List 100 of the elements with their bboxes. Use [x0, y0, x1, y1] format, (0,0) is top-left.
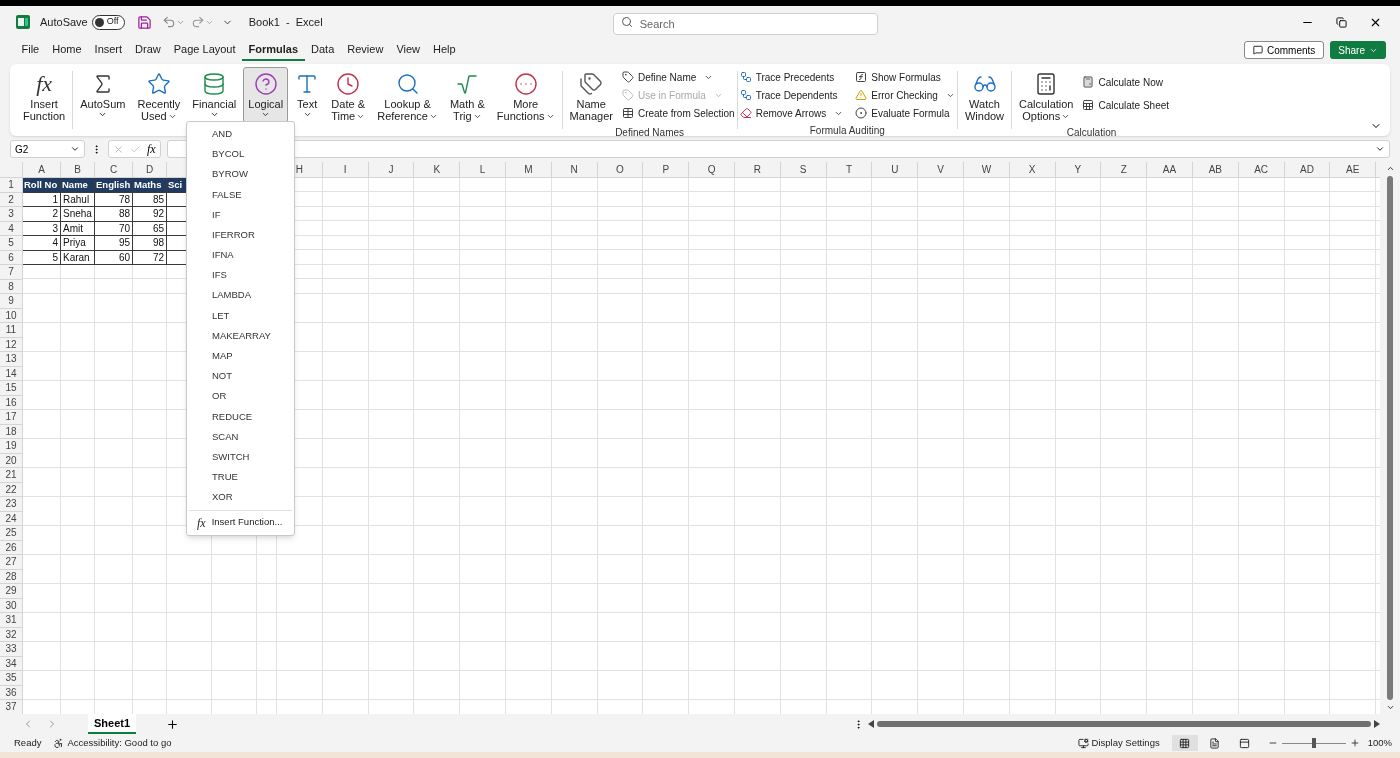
menu-tab[interactable]: Formulas: [242, 39, 305, 61]
add-sheet-icon[interactable]: [166, 717, 180, 731]
accessibility-icon[interactable]: [53, 737, 65, 749]
column-header[interactable]: O: [597, 162, 644, 177]
menu-tab[interactable]: Home: [45, 39, 89, 61]
column-header[interactable]: AA: [1147, 162, 1193, 177]
accessibility-status[interactable]: Accessibility: Good to go: [67, 735, 172, 751]
ribbon-button[interactable]: Create from Selection: [621, 104, 735, 122]
column-header[interactable]: J: [368, 162, 415, 177]
column-header[interactable]: K: [414, 162, 461, 177]
menu-item[interactable]: IFERROR: [187, 224, 294, 246]
column-header[interactable]: B: [61, 162, 95, 177]
function-category-button[interactable]: Text: [290, 67, 325, 123]
function-category-button[interactable]: Date & Time: [326, 67, 371, 123]
column-header[interactable]: AC: [1238, 162, 1285, 177]
menu-tab[interactable]: View: [389, 39, 427, 61]
zoom-slider[interactable]: [1281, 738, 1346, 748]
sheet-tab[interactable]: Sheet1: [88, 714, 137, 734]
row-header[interactable]: 5: [0, 236, 23, 251]
row-header[interactable]: 35: [0, 671, 23, 686]
column-header[interactable]: Q: [689, 162, 735, 177]
menu-item[interactable]: AND: [187, 124, 294, 145]
menu-item[interactable]: LET: [187, 305, 294, 326]
scroll-up-icon[interactable]: [1385, 164, 1395, 173]
menu-item[interactable]: NOT: [187, 366, 294, 387]
function-category-button[interactable]: More Functions: [491, 67, 560, 123]
menu-tab[interactable]: File: [15, 39, 46, 61]
column-header[interactable]: X: [1009, 162, 1056, 177]
ribbon-button[interactable]: Evaluate Formula: [855, 104, 955, 122]
calculation-options-button[interactable]: Calculation Options: [1014, 67, 1079, 123]
row-header[interactable]: 23: [0, 497, 23, 512]
function-category-button[interactable]: Recently Used: [132, 67, 186, 123]
row-header[interactable]: 7: [0, 265, 23, 280]
zoom-level[interactable]: 100%: [1367, 735, 1392, 751]
view-button[interactable]: [1171, 735, 1198, 751]
column-header[interactable]: Z: [1101, 162, 1148, 177]
function-category-button[interactable]: Math & Trig: [444, 67, 490, 123]
insert-function-icon[interactable]: fx: [147, 140, 156, 158]
row-header[interactable]: 25: [0, 526, 23, 541]
column-header[interactable]: R: [734, 162, 781, 177]
column-header[interactable]: C: [95, 162, 133, 177]
search-field[interactable]: Search: [612, 13, 878, 35]
column-header[interactable]: P: [643, 162, 690, 177]
menu-item[interactable]: IF: [187, 204, 294, 225]
row-header[interactable]: 21: [0, 468, 23, 483]
menu-tab[interactable]: Data: [304, 39, 341, 61]
column-header[interactable]: N: [551, 162, 598, 177]
ribbon-button[interactable]: Trace Precedents: [739, 68, 844, 86]
ribbon-button[interactable]: Trace Dependents: [739, 86, 844, 104]
row-header[interactable]: 31: [0, 613, 23, 628]
ribbon-button[interactable]: Calculate Now: [1082, 73, 1170, 91]
menu-tab[interactable]: Page Layout: [167, 39, 243, 61]
column-header[interactable]: U: [872, 162, 919, 177]
function-category-button[interactable]: AutoSum: [75, 67, 131, 123]
scroll-down-icon[interactable]: [1385, 703, 1395, 712]
column-header[interactable]: AD: [1284, 162, 1331, 177]
menu-item[interactable]: IFS: [187, 265, 294, 286]
column-header[interactable]: A: [23, 162, 61, 177]
row-header[interactable]: 29: [0, 584, 23, 599]
column-header[interactable]: S: [780, 162, 827, 177]
undo-icon[interactable]: [161, 15, 176, 29]
column-header[interactable]: D: [133, 162, 167, 177]
ribbon-button[interactable]: Show Formulas: [855, 68, 955, 86]
restore-icon[interactable]: [1336, 16, 1347, 28]
menu-tab[interactable]: Draw: [128, 39, 168, 61]
function-category-button[interactable]: Logical: [243, 67, 289, 123]
row-header[interactable]: 11: [0, 323, 23, 338]
name-box[interactable]: G2: [10, 140, 85, 158]
column-header[interactable]: AE: [1330, 162, 1377, 177]
ribbon-button[interactable]: Define Name: [621, 68, 735, 86]
function-category-button[interactable]: Lookup & Reference: [372, 67, 443, 123]
menu-item[interactable]: BYCOL: [187, 144, 294, 165]
display-settings-button[interactable]: Display Settings: [1091, 735, 1160, 751]
menu-item[interactable]: fx Insert Function...: [187, 512, 294, 533]
row-header[interactable]: 17: [0, 410, 23, 425]
column-header[interactable]: AB: [1192, 162, 1239, 177]
column-header[interactable]: M: [506, 162, 552, 177]
column-header[interactable]: T: [826, 162, 873, 177]
column-header[interactable]: Y: [1055, 162, 1102, 177]
column-header[interactable]: W: [963, 162, 1010, 177]
row-header[interactable]: 19: [0, 439, 23, 454]
row-header[interactable]: 15: [0, 381, 23, 396]
ribbon-button[interactable]: Error Checking: [855, 86, 955, 104]
scrollbar-thumb[interactable]: [1387, 176, 1393, 700]
menu-item[interactable]: SWITCH: [187, 447, 294, 468]
ribbon-button[interactable]: Calculate Sheet: [1082, 96, 1170, 114]
menu-item[interactable]: REDUCE: [187, 406, 294, 427]
redo-icon[interactable]: [190, 15, 205, 29]
comments-button[interactable]: Comments: [1243, 41, 1325, 59]
row-header[interactable]: 1: [0, 178, 23, 193]
menu-item[interactable]: XOR: [187, 487, 294, 508]
share-button[interactable]: Share: [1330, 41, 1386, 59]
insert-function-button[interactable]: fx Insert Function: [18, 67, 71, 123]
menu-item[interactable]: MAP: [187, 346, 294, 367]
ribbon-button[interactable]: Remove Arrows: [739, 104, 844, 122]
menu-item[interactable]: OR: [187, 386, 294, 407]
watch-window-button[interactable]: Watch Window: [959, 67, 1010, 123]
formula-input[interactable]: [166, 140, 1390, 158]
menu-item[interactable]: SCAN: [187, 426, 294, 447]
row-header[interactable]: 37: [0, 700, 23, 714]
